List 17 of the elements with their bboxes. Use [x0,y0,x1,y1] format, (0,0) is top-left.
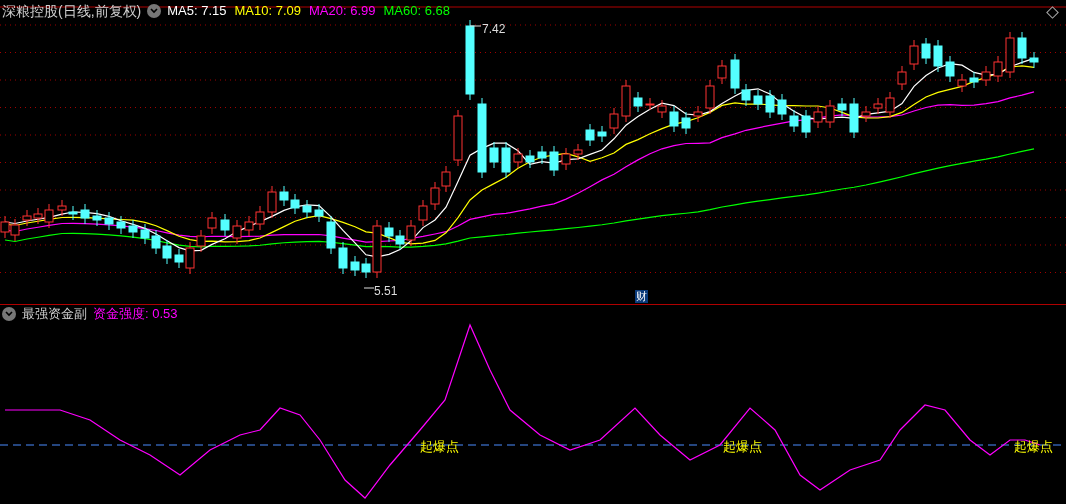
signal-label: 起爆点 [420,438,459,456]
chart-title: 深粮控股(日线,前复权) [2,1,142,21]
legend-value: MA60: 6.68 [383,2,450,21]
indicator-title: 最强资金副 [22,305,87,324]
chevron-down-icon[interactable] [147,4,162,18]
legend-value: MA10: 7.09 [234,2,301,21]
low-price-label: 5.51 [374,283,398,300]
high-price-label: 7.42 [482,21,506,38]
finance-badge[interactable]: 财 [635,290,648,303]
legend-value: MA20: 6.99 [309,2,376,21]
leader-line [469,25,482,27]
leader-line [363,287,375,289]
chevron-down-icon[interactable] [2,307,16,321]
signal-label: 起爆点 [1014,438,1053,456]
legend-value: MA5: 7.15 [167,2,227,21]
legend-value: 资金强度: 0.53 [93,305,178,324]
signal-label: 起爆点 [723,438,762,456]
